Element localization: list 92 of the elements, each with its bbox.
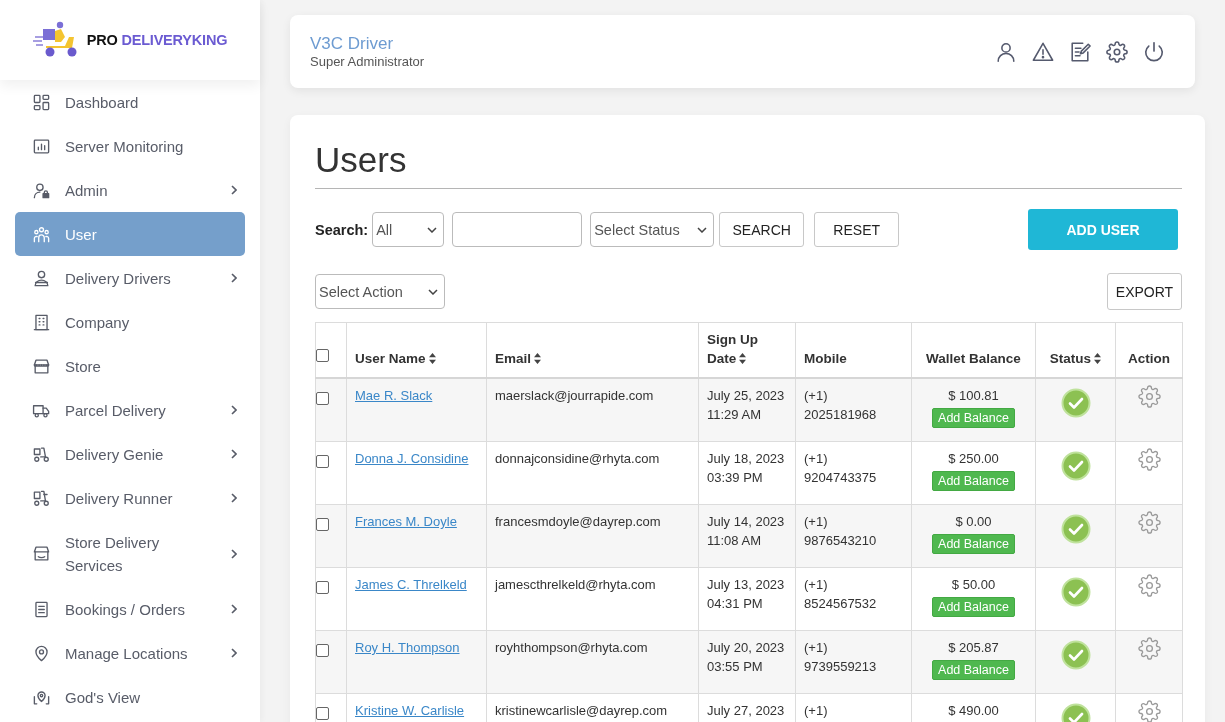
wallet-balance: $ 205.87 xyxy=(947,639,1000,657)
table-cell: July 20, 2023 03:55 PM xyxy=(698,630,796,694)
nav-item[interactable]: Admin xyxy=(15,168,245,212)
search-button[interactable]: SEARCH xyxy=(719,212,805,247)
active-status-icon[interactable] xyxy=(1060,388,1091,418)
document-icon xyxy=(32,599,51,619)
settings-icon[interactable] xyxy=(1137,448,1161,471)
nav-item[interactable]: God's View xyxy=(15,675,245,719)
wallet-balance: $ 50.00 xyxy=(950,576,997,594)
settings-icon[interactable] xyxy=(1137,700,1161,722)
column-header[interactable]: Status xyxy=(1035,322,1116,378)
select-all-checkbox[interactable] xyxy=(316,348,329,362)
user-icon xyxy=(32,268,51,288)
scooter-icon xyxy=(32,488,51,508)
active-status-icon[interactable] xyxy=(1060,514,1091,544)
nav-item[interactable]: Server Monitoring xyxy=(15,124,245,168)
bar-chart-icon xyxy=(32,136,51,156)
row-checkbox[interactable] xyxy=(316,518,329,531)
brand-name: PRO DELIVERYKING xyxy=(86,32,228,48)
column-header: Action xyxy=(1115,322,1183,378)
nav-item[interactable]: Manage Locations xyxy=(15,631,245,675)
active-status-icon[interactable] xyxy=(1060,640,1091,670)
reset-button[interactable]: RESET xyxy=(814,212,900,247)
row-checkbox[interactable] xyxy=(316,581,329,594)
settings-icon[interactable] xyxy=(1137,574,1161,597)
nav-item[interactable]: Store Delivery Services xyxy=(15,520,245,587)
search-label: Search: xyxy=(315,221,369,238)
table-cell: jamescthrelkeld@rhyta.com xyxy=(486,567,699,631)
table-cell: donnajconsidine@rhyta.com xyxy=(486,441,699,505)
users-icon xyxy=(32,224,51,244)
column-header: Wallet Balance xyxy=(911,322,1036,378)
settings-icon[interactable] xyxy=(1106,40,1128,63)
row-checkbox[interactable] xyxy=(316,392,329,405)
user-name: V3C Driver xyxy=(310,33,395,54)
wallet-balance: $ 250.00 xyxy=(947,450,1000,468)
wallet-balance: $ 0.00 xyxy=(954,513,993,531)
row-checkbox[interactable] xyxy=(316,455,329,468)
active-status-icon[interactable] xyxy=(1060,577,1091,607)
location-pin-icon xyxy=(32,643,51,663)
row-checkbox[interactable] xyxy=(316,644,329,657)
table-cell: francesmdoyle@dayrep.com xyxy=(486,504,699,568)
power-icon[interactable] xyxy=(1143,40,1165,63)
caret-icon xyxy=(428,288,438,295)
active-status-icon[interactable] xyxy=(1060,451,1091,481)
table-cell: July 18, 2023 03:39 PM xyxy=(698,441,796,505)
wallet-balance: $ 100.81 xyxy=(947,387,1000,405)
nav-item[interactable]: Company xyxy=(15,300,245,344)
caret-icon xyxy=(697,226,708,233)
nav-item[interactable]: Dashboard xyxy=(15,80,245,124)
status-select[interactable]: Select Status xyxy=(590,212,715,247)
user-name-link[interactable]: Donna J. Considine xyxy=(355,451,469,466)
user-name-link[interactable]: Frances M. Doyle xyxy=(355,514,457,529)
caret-icon xyxy=(427,226,438,233)
table-cell: July 25, 2023 11:29 AM xyxy=(698,378,796,442)
nav-item[interactable]: Bookings / Orders xyxy=(15,587,245,631)
building-icon xyxy=(32,312,51,332)
store-icon xyxy=(32,356,51,376)
user-name-link[interactable]: James C. Threlkeld xyxy=(355,577,467,592)
search-field[interactable] xyxy=(452,212,583,247)
column-header[interactable]: Email xyxy=(486,322,699,378)
warning-icon[interactable] xyxy=(1032,40,1054,63)
bulk-action-select[interactable]: Select Action xyxy=(315,274,445,309)
nav-item[interactable]: Delivery Genie xyxy=(15,432,245,476)
table-cell: (+1) 9876543210 xyxy=(795,504,912,568)
scooter-icon xyxy=(32,444,51,464)
table-cell: maerslack@jourrapide.com xyxy=(486,378,699,442)
edit-icon[interactable] xyxy=(1069,40,1091,63)
nav-item[interactable]: Store xyxy=(15,344,245,388)
table-cell: (+1) 9739559213 xyxy=(795,630,912,694)
scope-select[interactable]: All xyxy=(372,212,445,247)
row-checkbox[interactable] xyxy=(316,707,329,720)
user-name-link[interactable]: Roy H. Thompson xyxy=(355,640,460,655)
dashboard-icon xyxy=(32,92,51,112)
table-cell: (+1) 9204743375 xyxy=(795,441,912,505)
nav-item[interactable]: Delivery Drivers xyxy=(15,256,245,300)
page-title: Users xyxy=(315,140,407,180)
column-header[interactable]: User Name xyxy=(346,322,487,378)
store-icon xyxy=(32,544,51,563)
table-cell: July 14, 2023 11:08 AM xyxy=(698,504,796,568)
nav-item[interactable]: Delivery Runner xyxy=(15,476,245,520)
table-cell: royhthompson@rhyta.com xyxy=(486,630,699,694)
nav-item[interactable]: Parcel Delivery xyxy=(15,388,245,432)
table-cell: (+1) 8524567532 xyxy=(795,567,912,631)
export-button[interactable]: EXPORT xyxy=(1107,273,1182,310)
table-cell: (+1) 2025181968 xyxy=(795,378,912,442)
column-header[interactable]: Sign Up Date xyxy=(698,322,796,378)
user-name-link[interactable]: Mae R. Slack xyxy=(355,388,433,403)
wallet-balance: $ 490.00 xyxy=(947,702,1000,720)
profile-icon[interactable] xyxy=(995,40,1017,63)
user-role: Super Administrator xyxy=(310,53,425,70)
table-cell: July 13, 2023 04:31 PM xyxy=(698,567,796,631)
column-header: Mobile xyxy=(795,322,912,378)
